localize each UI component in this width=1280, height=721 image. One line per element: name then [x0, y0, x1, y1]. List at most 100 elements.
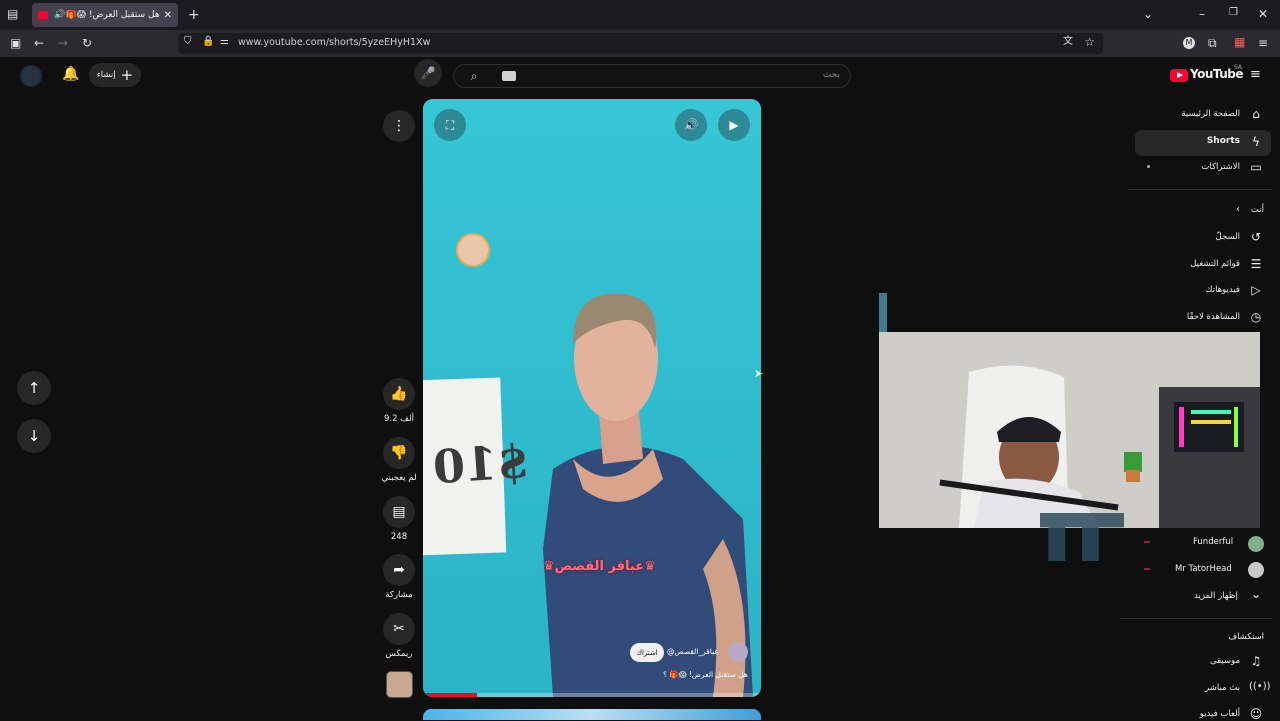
permissions-icon[interactable]: ⚌	[220, 37, 229, 47]
minimize-icon[interactable]: –	[1199, 8, 1205, 20]
subscriptions-icon: ▭	[1250, 160, 1262, 174]
play-icon: ▶	[729, 118, 739, 132]
keyboard-icon[interactable]	[502, 71, 516, 81]
microphone-icon: 🎤	[420, 66, 436, 80]
sidebar-item-home[interactable]: الصفحة الرئيسية	[1181, 109, 1240, 119]
forward-icon[interactable]: →	[58, 37, 68, 49]
shorts-video-player[interactable]: $10 ♛عباقر القصص♛ ⛶ 🔊 ▶ @عباقر_القصص اشت…	[423, 99, 761, 697]
search-input[interactable]: بحث	[823, 70, 840, 80]
comment-icon: ▤	[392, 504, 406, 520]
create-button[interactable]: إنشاء +	[89, 63, 141, 87]
guide-menu-icon[interactable]: ≡	[1250, 67, 1261, 82]
subscribe-button[interactable]: اشتراك	[630, 643, 664, 662]
live-indicator-icon	[1144, 568, 1150, 570]
search-bar[interactable]: ⌕ بحث	[453, 64, 851, 88]
extension-badge-icon[interactable]: ▦	[1234, 36, 1245, 48]
sidebar-show-more[interactable]: إظهار المزيد	[1194, 591, 1238, 601]
channel-avatar[interactable]	[728, 642, 748, 662]
sidebar-item-music[interactable]: موسيقى	[1210, 656, 1240, 666]
comments-button[interactable]: ▤	[383, 496, 415, 528]
progress-fill	[423, 693, 478, 697]
sidebar-item-gaming[interactable]: ألعاب فيديو	[1200, 709, 1240, 719]
next-short-preview[interactable]	[423, 709, 761, 720]
youtube-favicon-icon	[38, 11, 48, 19]
your-videos-icon: ▷	[1251, 283, 1261, 297]
sidebar-item-live[interactable]: بث مباشر	[1205, 683, 1240, 693]
sidebar-explore-title: استكشاف	[1228, 632, 1264, 642]
channel-name[interactable]: @عباقر_القصص	[667, 647, 719, 656]
mouse-cursor-icon: ➤	[754, 367, 764, 380]
sign-price-text: $10	[431, 433, 531, 495]
url-text[interactable]: www.youtube.com/shorts/5yzeEHyH1Xw	[238, 37, 430, 48]
youtube-logo-icon[interactable]	[1170, 69, 1188, 82]
close-window-icon[interactable]: ✕	[1258, 8, 1268, 20]
shield-icon[interactable]: ⛉	[184, 37, 192, 47]
account-avatar[interactable]	[20, 65, 42, 87]
mute-button[interactable]: 🔊	[675, 109, 707, 141]
close-tab-icon[interactable]: ✕	[164, 10, 172, 21]
share-label: مشاركة	[385, 590, 413, 600]
sidebar-item-shorts[interactable]: Shorts	[1207, 136, 1240, 146]
address-bar[interactable]: ⛉ 🔒 ⚌ www.youtube.com/shorts/5yzeEHyH1Xw…	[178, 33, 1103, 54]
sidebar-item-subscriptions[interactable]: الاشتراكات	[1201, 162, 1240, 172]
remix-label: ريمكس	[385, 649, 413, 659]
sidebar-icon[interactable]: ▣	[10, 37, 21, 49]
back-icon[interactable]: ←	[34, 37, 44, 49]
sidebar-subscription-mr-tatorhead[interactable]: Mr TatorHead	[1175, 564, 1232, 574]
dislike-button[interactable]: 👎	[383, 437, 415, 469]
chevron-down-icon[interactable]: ⌄	[1251, 587, 1261, 601]
sound-icon[interactable]: 🔊	[54, 10, 65, 20]
home-icon: ⌂	[1252, 107, 1260, 121]
progress-track[interactable]	[423, 693, 761, 697]
create-label: إنشاء	[96, 70, 116, 80]
next-short-button[interactable]: ↓	[17, 419, 51, 453]
profile-icon[interactable]: M	[1183, 37, 1195, 49]
comments-count: 248	[390, 532, 408, 542]
webcam-overlay	[879, 332, 1260, 528]
tab-overflow-chevron-icon[interactable]: ⌄	[1143, 8, 1153, 20]
watch-later-icon: ◷	[1250, 310, 1262, 324]
remix-button[interactable]: ✂	[383, 613, 415, 645]
lock-icon[interactable]: 🔒	[202, 37, 214, 47]
mr-tatorhead-avatar	[1248, 562, 1264, 578]
chevron-left-icon: ‹	[1236, 204, 1240, 215]
dislike-label: لم يعجبني	[381, 473, 417, 483]
fullscreen-button[interactable]: ⛶	[434, 109, 466, 141]
thumbs-up-icon: 👍	[390, 386, 408, 402]
share-button[interactable]: ➦	[383, 554, 415, 586]
browser-tab-bar: ▤ 🔊 هل ستقبل العرض! 😱🎁 ؟ ✕ + ⌄ – ❐ ✕	[0, 0, 1280, 30]
live-indicator-icon	[1144, 541, 1150, 543]
reload-icon[interactable]: ↻	[82, 37, 92, 49]
previous-short-button[interactable]: ↑	[17, 371, 51, 405]
playlists-icon: ☰	[1250, 257, 1262, 271]
voice-search-button[interactable]: 🎤	[414, 59, 442, 87]
translate-icon[interactable]: 文	[1063, 37, 1073, 47]
sidebar-divider	[1120, 618, 1272, 619]
sidebar-item-your-videos[interactable]: فيديوهاتك	[1206, 285, 1240, 295]
new-tab-icon[interactable]: +	[188, 8, 200, 22]
sidebar-subscription-funderful[interactable]: Funderful	[1193, 537, 1233, 547]
like-button[interactable]: 👍	[383, 378, 415, 410]
browser-tab-active[interactable]: 🔊 هل ستقبل العرض! 😱🎁 ؟ ✕	[32, 3, 178, 27]
extensions-icon[interactable]: ⧉	[1208, 37, 1217, 49]
bookmark-star-icon[interactable]: ☆	[1084, 36, 1095, 48]
video-title[interactable]: هل ستقبل العرض! 😱🎁 ؟	[663, 670, 748, 679]
sound-thumbnail[interactable]	[386, 671, 413, 698]
sidebar-item-watch-later[interactable]: المشاهدة لاحقًا	[1187, 312, 1240, 322]
more-options-button[interactable]: ⋮	[383, 110, 415, 142]
menu-icon[interactable]: ≡	[1258, 37, 1268, 49]
arrow-down-icon: ↓	[27, 427, 41, 445]
sidebar-you-section-title[interactable]: أنت	[1251, 205, 1264, 215]
restore-icon[interactable]: ❐	[1229, 8, 1238, 18]
sidebar-item-playlists[interactable]: قوائم التشغيل	[1190, 259, 1240, 269]
search-icon[interactable]: ⌕	[454, 65, 494, 87]
navigation-toolbar: ▣ ← → ↻ ⛉ 🔒 ⚌ www.youtube.com/shorts/5yz…	[0, 30, 1280, 57]
notifications-bell-icon[interactable]: 🔔	[62, 66, 79, 82]
sidebar-divider	[1128, 189, 1272, 190]
tab-list-icon[interactable]: ▤	[7, 8, 18, 20]
sidebar-item-history[interactable]: السجلّ	[1216, 232, 1240, 242]
music-icon: ♫	[1250, 654, 1262, 668]
share-arrow-icon: ➦	[393, 562, 405, 578]
video-frame	[423, 99, 761, 697]
play-button[interactable]: ▶	[718, 109, 750, 141]
